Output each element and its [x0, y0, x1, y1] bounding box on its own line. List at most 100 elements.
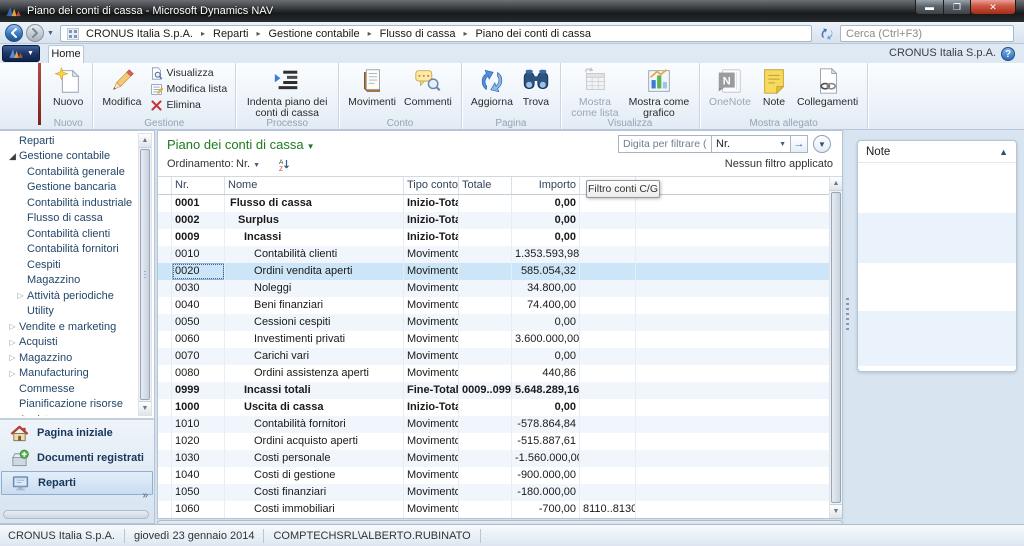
cell-importo[interactable]: -1.560.000,00 — [512, 450, 580, 467]
table-row[interactable]: 1030Costi personaleMovimento-1.560.000,0… — [158, 450, 829, 467]
cell-nr[interactable]: 0999 — [172, 382, 225, 399]
cell-nome[interactable]: Costi di gestione — [225, 467, 404, 484]
help-icon[interactable]: ? — [1001, 47, 1015, 61]
sidebar-item-contabilit-generale[interactable]: Contabilità generale — [0, 164, 138, 180]
cell-importo[interactable]: 585.054,32 — [512, 263, 580, 280]
cell-totale[interactable] — [459, 280, 512, 297]
cell-filtro-conti[interactable] — [580, 314, 636, 331]
table-row[interactable]: 0001Flusso di cassaInizio-Totale0,00 — [158, 195, 829, 212]
cell-nr[interactable]: 1010 — [172, 416, 225, 433]
row-selector[interactable] — [158, 246, 172, 263]
cell-nome[interactable]: Beni finanziari — [225, 297, 404, 314]
configure-buttons-chevron-icon[interactable]: » — [142, 490, 148, 501]
cell-nr[interactable]: 0010 — [172, 246, 225, 263]
row-selector[interactable] — [158, 467, 172, 484]
cell-nr[interactable]: 1050 — [172, 484, 225, 501]
cell-filtro-conti[interactable] — [580, 348, 636, 365]
cell-tipo-conto[interactable]: Movimento — [404, 263, 459, 280]
table-row[interactable]: 1060Costi immobiliariMovimento-700,00811… — [158, 501, 829, 518]
cell-nr[interactable]: 1030 — [172, 450, 225, 467]
movimenti-button[interactable]: Movimenti — [344, 64, 400, 110]
sidebar-horizontal-scrollbar[interactable] — [3, 510, 149, 519]
cell-filtro-conti[interactable] — [580, 450, 636, 467]
cell-tipo-conto[interactable]: Movimento — [404, 416, 459, 433]
page-title[interactable]: Piano dei conti di cassa▼ — [167, 137, 315, 152]
cell-filtro-conti[interactable] — [580, 382, 636, 399]
cell-nr[interactable]: 1000 — [172, 399, 225, 416]
close-button[interactable]: ✕ — [971, 0, 1016, 15]
sort-ascending-icon[interactable]: AZ — [276, 158, 290, 172]
cell-importo[interactable]: -900.000,00 — [512, 467, 580, 484]
sidebar-item-reparti[interactable]: Reparti — [0, 133, 138, 149]
tree-collapsed-icon[interactable]: ▷ — [6, 369, 19, 378]
history-dropdown-icon[interactable]: ▼ — [47, 30, 54, 37]
cell-importo[interactable]: 74.400,00 — [512, 297, 580, 314]
cell-tipo-conto[interactable]: Movimento — [404, 314, 459, 331]
table-row[interactable]: 1000Uscita di cassaInizio-Totale0,00 — [158, 399, 829, 416]
breadcrumb[interactable]: CRONUS Italia S.p.A.▸Reparti▸Gestione co… — [60, 25, 812, 42]
cell-importo[interactable]: -578.864,84 — [512, 416, 580, 433]
sidebar-item-commesse[interactable]: Commesse — [0, 381, 138, 397]
cell-importo[interactable]: 0,00 — [512, 229, 580, 246]
expand-filter-chevron[interactable]: ▼ — [813, 135, 831, 153]
cell-totale[interactable] — [459, 501, 512, 518]
breadcrumb-item[interactable]: Piano dei conti di cassa — [473, 28, 593, 40]
row-selector[interactable] — [158, 382, 172, 399]
cell-nr[interactable]: 0001 — [172, 195, 225, 212]
table-row[interactable]: 0999Incassi totaliFine-Totale0009..09995… — [158, 382, 829, 399]
cell-nome[interactable]: Uscita di cassa — [225, 399, 404, 416]
cell-totale[interactable] — [459, 212, 512, 229]
sidebar-item-cespiti[interactable]: Cespiti — [0, 257, 138, 273]
filter-column-dropdown[interactable]: Nr. ▼ — [711, 135, 791, 153]
aggiorna-button[interactable]: Aggiorna — [467, 64, 517, 110]
search-input[interactable] — [841, 26, 1013, 41]
cell-filtro-conti[interactable] — [580, 280, 636, 297]
collegamenti-button[interactable]: Collegamenti — [793, 64, 862, 110]
table-row[interactable]: 0060Investimenti privatiMovimento3.600.0… — [158, 331, 829, 348]
cell-totale[interactable] — [459, 484, 512, 501]
row-selector[interactable] — [158, 280, 172, 297]
tree-expanded-icon[interactable]: ◢ — [6, 151, 19, 162]
cell-totale[interactable] — [459, 416, 512, 433]
column-header-nome[interactable]: Nome — [225, 177, 404, 194]
cell-totale[interactable] — [459, 399, 512, 416]
maximize-button[interactable]: ❐ — [944, 0, 971, 15]
cell-totale[interactable] — [459, 348, 512, 365]
column-header-tipo-conto[interactable]: Tipo conto — [404, 177, 459, 194]
table-row[interactable]: 1040Costi di gestioneMovimento-900.000,0… — [158, 467, 829, 484]
cell-totale[interactable] — [459, 246, 512, 263]
cell-nome[interactable]: Incassi totali — [225, 382, 404, 399]
cell-importo[interactable]: -700,00 — [512, 501, 580, 518]
cell-nr[interactable]: 1020 — [172, 433, 225, 450]
cell-tipo-conto[interactable]: Movimento — [404, 365, 459, 382]
sidebar-item-flusso-di-cassa[interactable]: Flusso di cassa — [0, 211, 138, 227]
cell-tipo-conto[interactable]: Inizio-Totale — [404, 195, 459, 212]
cell-filtro-conti[interactable] — [580, 246, 636, 263]
cell-filtro-conti[interactable] — [580, 467, 636, 484]
sidebar-item-contabilit-industriale[interactable]: Contabilità industriale — [0, 195, 138, 211]
scroll-down-icon[interactable]: ▼ — [139, 401, 151, 415]
notes-header[interactable]: Note ▲ — [858, 141, 1016, 163]
row-selector[interactable] — [158, 484, 172, 501]
elimina-button[interactable]: Elimina — [147, 97, 230, 113]
cell-totale[interactable] — [459, 450, 512, 467]
minimize-button[interactable]: ▬ — [915, 0, 944, 15]
cell-importo[interactable]: 34.800,00 — [512, 280, 580, 297]
mostra-come-grafico-button[interactable]: Mostra come grafico — [624, 64, 694, 121]
cell-nome[interactable]: Cessioni cespiti — [225, 314, 404, 331]
tab-home[interactable]: Home — [48, 45, 84, 63]
table-row[interactable]: 0020Ordini vendita apertiMovimento585.05… — [158, 263, 829, 280]
cell-tipo-conto[interactable]: Movimento — [404, 501, 459, 518]
cell-totale[interactable] — [459, 195, 512, 212]
table-row[interactable]: 1010Contabilità fornitoriMovimento-578.8… — [158, 416, 829, 433]
row-selector[interactable] — [158, 314, 172, 331]
cell-filtro-conti[interactable]: 8110..8130 — [580, 501, 636, 518]
cell-nome[interactable]: Incassi — [225, 229, 404, 246]
row-selector[interactable] — [158, 365, 172, 382]
cell-tipo-conto[interactable]: Fine-Totale — [404, 382, 459, 399]
table-row[interactable]: 0002SurplusInizio-Totale0,00 — [158, 212, 829, 229]
tree-scrollbar[interactable]: ▲ ▼ — [138, 133, 152, 416]
sidebar-item-vendite-e-marketing[interactable]: ▷Vendite e marketing — [0, 319, 138, 335]
sorting-field-dropdown[interactable]: Nr.▼ — [236, 158, 260, 170]
row-selector[interactable] — [158, 195, 172, 212]
